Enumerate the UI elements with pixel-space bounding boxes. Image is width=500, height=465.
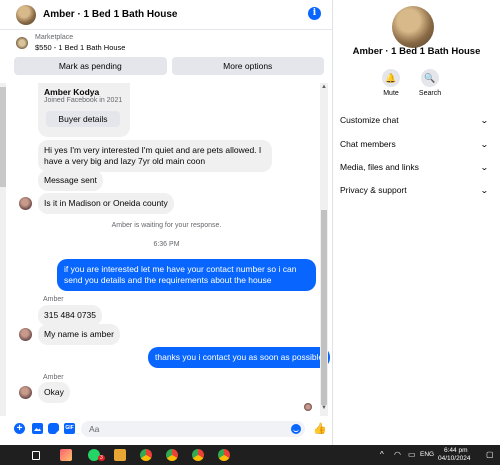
menu-privacy-support[interactable]: Privacy & support ⌄	[340, 183, 490, 197]
chat-avatar[interactable]	[16, 4, 36, 25]
messages-scrollbar-thumb[interactable]	[321, 210, 327, 405]
app-icon[interactable]	[60, 449, 72, 461]
message-bubble-incoming[interactable]: My name is amber	[38, 324, 120, 345]
message-input[interactable]	[81, 421, 305, 437]
menu-chat-members[interactable]: Chat members ⌄	[340, 137, 490, 151]
sender-avatar[interactable]	[19, 386, 32, 399]
sender-avatar[interactable]	[19, 328, 32, 341]
sender-avatar[interactable]	[19, 197, 32, 210]
scroll-up-arrow-icon[interactable]: ▲	[321, 84, 327, 90]
message-bubble-incoming[interactable]: 315 484 0735	[38, 305, 102, 326]
language-indicator[interactable]: ENG	[420, 451, 434, 458]
chrome-icon[interactable]	[140, 449, 152, 461]
bell-icon: 🔔	[382, 69, 400, 87]
chevron-down-icon: ⌄	[480, 162, 490, 172]
search-button[interactable]: 🔍 Search	[410, 69, 450, 97]
timestamp: 6:36 PM	[153, 241, 180, 248]
waiting-notice: Amber is waiting for your response.	[111, 222, 222, 229]
gif-icon[interactable]: GIF	[64, 423, 75, 434]
search-icon: 🔍	[421, 69, 439, 87]
sticker-icon[interactable]	[48, 423, 59, 434]
listing-actions: Mark as pending More options	[14, 57, 324, 75]
search-label: Search	[418, 90, 442, 97]
mute-label: Mute	[383, 90, 399, 97]
chrome-icon[interactable]	[218, 449, 230, 461]
composer-bar: + GIF 👍	[0, 418, 333, 440]
chat-header: Amber · 1 Bed 1 Bath House i	[0, 0, 333, 30]
side-avatar[interactable]	[392, 6, 434, 48]
tray-chevron-up-icon[interactable]: ^	[380, 450, 384, 459]
seen-indicator-avatar	[304, 403, 312, 411]
message-bubble-outgoing[interactable]: if you are interested let me have your c…	[57, 259, 316, 291]
messenger-window: Amber · 1 Bed 1 Bath House i Marketplace…	[0, 0, 500, 445]
buyer-name: Amber Kodya	[44, 87, 100, 97]
thumbs-up-icon[interactable]: 👍	[313, 422, 327, 435]
chrome-icon[interactable]	[192, 449, 204, 461]
menu-label: Privacy & support	[340, 185, 407, 195]
windows-taskbar: 3 ^ ◠ ▭ ENG 6:44 pm 04/10/2024 ▢	[0, 445, 500, 465]
listing-source: Marketplace	[35, 33, 74, 41]
message-bubble-outgoing[interactable]: thanks you i contact you as soon as poss…	[148, 347, 331, 368]
menu-media-files[interactable]: Media, files and links ⌄	[340, 160, 490, 174]
marketplace-listing[interactable]: Marketplace $550 - 1 Bed 1 Bath House	[0, 30, 333, 55]
buyer-joined: Joined Facebook in 2021	[44, 97, 123, 104]
listing-thumbnail	[16, 36, 28, 49]
scroll-down-arrow-icon[interactable]: ▼	[321, 405, 327, 411]
message-bubble-incoming[interactable]: Is it in Madison or Oneida county	[38, 193, 174, 214]
file-explorer-icon[interactable]	[114, 449, 126, 461]
message-bubble-incoming[interactable]: Okay	[38, 382, 70, 403]
chat-pane: Amber · 1 Bed 1 Bath House i Marketplace…	[0, 0, 333, 445]
wifi-icon[interactable]: ◠	[394, 450, 401, 459]
message-bubble-incoming[interactable]: Hi yes I'm very interested I'm quiet and…	[38, 140, 272, 172]
left-scrollbar-thumb[interactable]	[0, 87, 6, 187]
mute-button[interactable]: 🔔 Mute	[371, 69, 411, 97]
menu-label: Chat members	[340, 139, 396, 149]
notification-icon[interactable]: ▢	[486, 450, 494, 459]
mark-pending-button[interactable]: Mark as pending	[14, 57, 167, 75]
side-title: Amber · 1 Bed 1 Bath House	[352, 46, 481, 57]
more-options-button[interactable]: More options	[171, 57, 324, 75]
sender-name: Amber	[43, 296, 64, 303]
listing-item: $550 - 1 Bed 1 Bath House	[35, 42, 126, 52]
menu-label: Customize chat	[340, 115, 399, 125]
chrome-icon[interactable]	[166, 449, 178, 461]
battery-icon[interactable]: ▭	[408, 450, 416, 459]
clock-time[interactable]: 6:44 pm	[444, 447, 468, 454]
chevron-down-icon: ⌄	[480, 139, 490, 149]
menu-customize-chat[interactable]: Customize chat ⌄	[340, 113, 490, 127]
clock-date[interactable]: 04/10/2024	[438, 455, 471, 462]
buyer-details-button[interactable]: Buyer details	[46, 111, 120, 127]
plus-icon[interactable]: +	[14, 423, 25, 434]
task-view-icon[interactable]	[32, 451, 40, 460]
photo-icon[interactable]	[32, 423, 43, 434]
chevron-down-icon: ⌄	[480, 185, 490, 195]
buyer-profile-card: Amber Kodya Joined Facebook in 2021 Buye…	[38, 83, 130, 137]
chevron-down-icon: ⌄	[480, 115, 490, 125]
notification-badge: 3	[98, 455, 105, 461]
details-pane: Amber · 1 Bed 1 Bath House 🔔 Mute 🔍 Sear…	[333, 0, 500, 445]
message-bubble-incoming[interactable]: Message sent	[38, 170, 103, 191]
chat-title[interactable]: Amber · 1 Bed 1 Bath House	[43, 9, 177, 20]
sender-name: Amber	[43, 374, 64, 381]
emoji-icon[interactable]	[291, 424, 301, 434]
info-icon[interactable]: i	[308, 7, 321, 20]
menu-label: Media, files and links	[340, 162, 419, 172]
